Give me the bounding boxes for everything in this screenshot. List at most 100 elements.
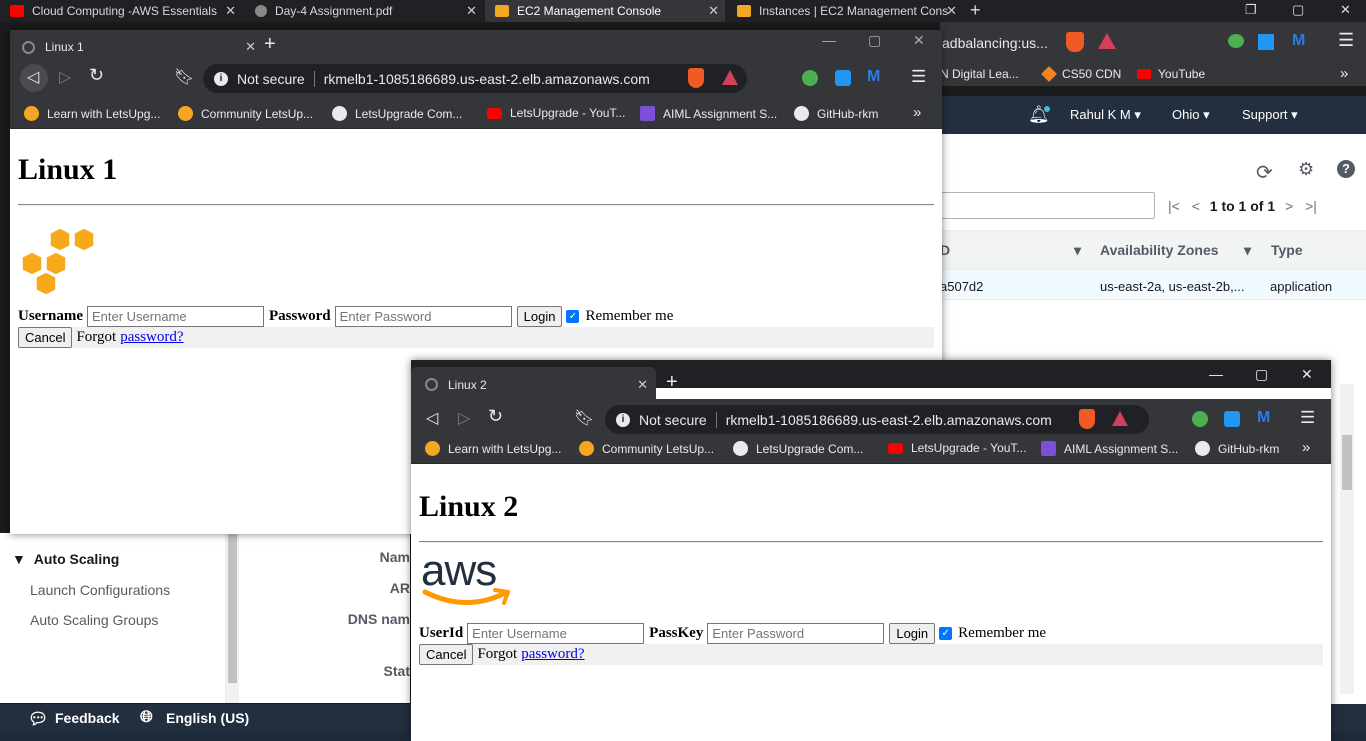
bookmark-icon[interactable]: 🔖︎	[174, 67, 194, 87]
bookmark-item[interactable]: LetsUpgrade Com...	[733, 441, 863, 456]
tab-linux1[interactable]: Linux 1 ✕	[22, 36, 256, 58]
last-page-icon[interactable]: >|	[1305, 198, 1317, 214]
reload-icon[interactable]: ↻	[488, 406, 503, 427]
brave-icon[interactable]	[1066, 32, 1084, 52]
bookmark-item[interactable]: YouTube	[1137, 67, 1205, 81]
scrollbar-thumb[interactable]	[1342, 435, 1352, 490]
brave-icon[interactable]	[1079, 409, 1095, 429]
bookmark-item[interactable]: Community LetsUp...	[178, 106, 313, 121]
sidebar-scrollbar[interactable]	[226, 533, 239, 703]
rewards-triangle-icon[interactable]	[1112, 411, 1128, 426]
bookmark-item[interactable]: AIML Assignment S...	[640, 106, 777, 121]
tab-cloud-computing[interactable]: Cloud Computing -AWS Essentials ✕	[0, 0, 242, 22]
address-bar[interactable]: i Not secure rkmelb1-1085186689.us-east-…	[605, 405, 1149, 434]
bookmark-item[interactable]: GitHub-rkm	[1195, 441, 1279, 456]
userid-input[interactable]	[467, 623, 645, 644]
menu-icon[interactable]: ☰	[911, 67, 926, 87]
extension-icon[interactable]	[1228, 34, 1244, 48]
menu-icon[interactable]: ☰	[1300, 408, 1315, 428]
bookmarks-more-icon[interactable]: »	[913, 104, 921, 121]
bookmark-item[interactable]: LetsUpgrade - YouT...	[487, 106, 625, 120]
new-tab-button[interactable]: +	[970, 0, 981, 20]
account-menu[interactable]: Rahul K M ▾	[1070, 107, 1141, 123]
rewards-triangle-icon[interactable]	[722, 70, 738, 85]
close-window-icon[interactable]: ✕	[1340, 0, 1351, 20]
first-page-icon[interactable]: |<	[1168, 198, 1180, 214]
download-icon[interactable]	[1224, 411, 1240, 427]
close-icon[interactable]: ✕	[946, 3, 957, 19]
cancel-button[interactable]: Cancel	[419, 644, 474, 665]
column-header-zones[interactable]: Availability Zones	[1100, 242, 1219, 258]
tab-instances[interactable]: Instances | EC2 Management Cons ✕	[727, 0, 963, 22]
sort-icon[interactable]: ▾	[1074, 242, 1081, 259]
close-icon[interactable]: ✕	[708, 3, 719, 19]
bookmark-item[interactable]: Learn with LetsUpg...	[24, 106, 160, 121]
maximize-icon[interactable]: ▢	[1292, 0, 1304, 20]
sidebar-item-auto-scaling-groups[interactable]: Auto Scaling Groups	[30, 612, 158, 628]
forward-icon[interactable]: ▷	[59, 67, 71, 87]
close-icon[interactable]: ✕	[637, 377, 648, 393]
reload-icon[interactable]: ↻	[89, 65, 104, 86]
column-header-type[interactable]: Type	[1271, 242, 1303, 258]
restore-icon[interactable]: ❐	[1245, 0, 1257, 20]
bookmark-item[interactable]: Community LetsUp...	[579, 441, 714, 456]
new-tab-button[interactable]: +	[264, 33, 276, 56]
help-icon[interactable]: ?	[1337, 160, 1355, 178]
close-window-icon[interactable]: ✕	[913, 32, 925, 49]
prev-page-icon[interactable]: <	[1192, 198, 1200, 214]
maximize-icon[interactable]: ▢	[868, 32, 881, 49]
remember-checkbox[interactable]: ✓	[566, 310, 580, 323]
download-icon[interactable]	[1258, 34, 1274, 50]
extension-icon[interactable]	[802, 70, 818, 86]
feedback-link[interactable]: Feedback	[55, 710, 120, 726]
minimize-icon[interactable]: —	[1209, 366, 1223, 382]
info-icon[interactable]: i	[214, 71, 228, 86]
maximize-icon[interactable]: ▢	[1255, 366, 1268, 383]
table-row[interactable]: a507d2 us-east-2a, us-east-2b,... applic…	[940, 270, 1366, 300]
malwarebytes-icon[interactable]: M	[867, 68, 880, 86]
language-selector[interactable]: English (US)	[166, 710, 249, 726]
tab-day4-assignment[interactable]: Day-4 Assignment.pdf ✕	[245, 0, 483, 22]
filter-input[interactable]	[940, 192, 1155, 219]
username-input[interactable]	[86, 306, 264, 327]
scrollbar-thumb[interactable]	[228, 533, 237, 683]
sidebar-section-auto-scaling[interactable]: ▼ Auto Scaling	[12, 551, 119, 567]
sort-icon[interactable]: ▾	[1244, 242, 1251, 259]
menu-icon[interactable]: ☰	[1338, 30, 1354, 51]
page-scrollbar[interactable]	[1340, 395, 1354, 690]
close-icon[interactable]: ✕	[245, 39, 256, 55]
region-menu[interactable]: Ohio ▾	[1172, 107, 1210, 123]
bookmark-item[interactable]: AIML Assignment S...	[1041, 441, 1178, 456]
login-button[interactable]: Login	[516, 306, 563, 327]
malwarebytes-icon[interactable]: M	[1257, 409, 1270, 427]
cancel-button[interactable]: Cancel	[18, 327, 73, 348]
bookmark-item[interactable]: GitHub-rkm	[794, 106, 878, 121]
sidebar-item-launch-configurations[interactable]: Launch Configurations	[30, 582, 170, 598]
close-icon[interactable]: ✕	[466, 3, 477, 19]
bookmark-item[interactable]: Learn with LetsUpg...	[425, 441, 561, 456]
bookmark-icon[interactable]: 🔖︎	[574, 408, 594, 428]
forgot-password-link[interactable]: password?	[120, 329, 183, 346]
extension-icon[interactable]	[1192, 411, 1208, 427]
bookmark-item[interactable]: LetsUpgrade - YouT...	[888, 441, 1026, 455]
malwarebytes-icon[interactable]: M	[1292, 32, 1305, 50]
refresh-icon[interactable]: ⟳	[1256, 160, 1273, 185]
bookmark-item[interactable]: LetsUpgrade Com...	[332, 106, 462, 121]
close-icon[interactable]: ✕	[225, 3, 236, 19]
passkey-input[interactable]	[707, 623, 885, 644]
forward-icon[interactable]: ▷	[458, 408, 470, 428]
login-button[interactable]: Login	[889, 623, 936, 644]
brave-icon[interactable]	[688, 68, 704, 88]
tab-linux2[interactable]: Linux 2 ✕	[411, 367, 656, 402]
back-icon[interactable]: ◁	[27, 67, 39, 87]
bookmark-item[interactable]: N Digital Lea...	[940, 67, 1019, 81]
new-tab-button[interactable]: +	[666, 371, 678, 394]
support-menu[interactable]: Support ▾	[1242, 107, 1298, 123]
back-icon[interactable]: ◁	[426, 408, 438, 428]
download-icon[interactable]	[835, 70, 851, 86]
rewards-triangle-icon[interactable]	[1098, 33, 1116, 49]
bookmark-item[interactable]: CS50 CDN	[1041, 66, 1121, 82]
minimize-icon[interactable]: —	[822, 32, 836, 48]
next-page-icon[interactable]: >	[1285, 198, 1293, 214]
bookmarks-more-icon[interactable]: »	[1340, 65, 1348, 82]
